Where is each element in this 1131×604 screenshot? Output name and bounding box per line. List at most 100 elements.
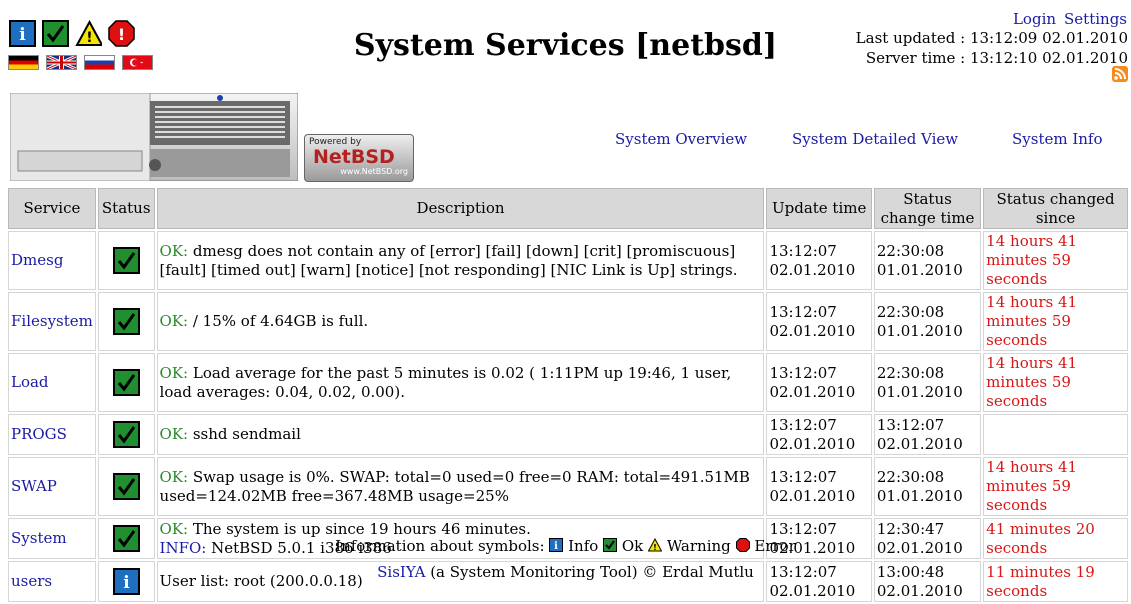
table-row: SWAP OK: Swap usage is 0%. SWAP: total=0 …	[8, 457, 1128, 516]
ok-prefix: OK:	[159, 425, 189, 443]
description-text: The system is up since 19 hours 46 minut…	[188, 519, 531, 538]
ok-icon	[603, 538, 618, 552]
table-header-row: Service Status Description Update time S…	[8, 188, 1128, 229]
rss-icon[interactable]	[1112, 66, 1128, 82]
description-cell: OK: / 15% of 4.64GB is full.	[156, 292, 765, 351]
legend-info: Info	[568, 537, 599, 555]
header-status-changed-since: Status changed since	[983, 188, 1128, 229]
header-service: Service	[8, 188, 96, 229]
description-cell: OK: Swap usage is 0%. SWAP: total=0 used…	[156, 457, 765, 516]
svg-text:i: i	[19, 25, 26, 45]
ok-icon	[112, 308, 140, 335]
update-time-cell: 13:12:07 02.01.2010	[766, 292, 872, 351]
status-changed-since-cell: 14 hours 41 minutes 59 seconds	[983, 231, 1128, 290]
description-text: / 15% of 4.64GB is full.	[188, 312, 369, 330]
description-text: dmesg does not contain any of [error] [f…	[159, 241, 738, 279]
status-change-time-cell: 22:30:08 01.01.2010	[873, 231, 982, 290]
flag-de-icon[interactable]	[8, 55, 39, 70]
service-link[interactable]: Load	[11, 373, 49, 391]
netbsd-url-text: www.NetBSD.org	[340, 167, 408, 176]
description-text: Swap usage is 0%. SWAP: total=0 used=0 f…	[159, 467, 750, 505]
status-cell	[97, 353, 155, 412]
flag-tr-icon[interactable]	[122, 55, 153, 70]
flag-ru-icon[interactable]	[84, 55, 115, 70]
status-cell	[97, 457, 155, 516]
warning-icon: !	[75, 20, 102, 47]
description-cell: OK: Load average for the past 5 minutes …	[156, 353, 765, 412]
header-status-change-time: Status change time	[873, 188, 982, 229]
login-link[interactable]: Login	[1013, 10, 1056, 28]
status-legend-icons: i ! !	[9, 20, 135, 47]
status-changed-since-cell: 14 hours 41 minutes 59 seconds	[983, 457, 1128, 516]
header-update-time: Update time	[766, 188, 872, 229]
ok-prefix: OK:	[159, 363, 189, 382]
table-row: Filesystem OK: / 15% of 4.64GB is full. 13…	[8, 292, 1128, 351]
timestamps: Last updated : 13:12:09 02.01.2010 Serve…	[856, 28, 1128, 68]
footer-text: (a System Monitoring Tool) © Erdal Mutlu	[425, 563, 754, 581]
top-links: Login Settings	[1005, 10, 1127, 28]
warning-icon: !	[647, 537, 663, 552]
update-time-cell: 13:12:07 02.01.2010	[766, 414, 872, 455]
svg-text:!: !	[653, 543, 657, 552]
status-changed-since-cell: 14 hours 41 minutes 59 seconds	[983, 353, 1128, 412]
service-link[interactable]: PROGS	[11, 425, 67, 443]
svg-text:!: !	[86, 30, 92, 46]
description-cell: OK: dmesg does not contain any of [error…	[156, 231, 765, 290]
footer: SisIYA (a System Monitoring Tool) © Erda…	[0, 563, 1131, 581]
description-cell: OK: sshd sendmail	[156, 414, 765, 455]
status-change-time-cell: 22:30:08 01.01.2010	[873, 292, 982, 351]
flag-gb-icon[interactable]	[46, 55, 77, 70]
netbsd-logo-text: NetBSD	[313, 146, 395, 168]
info-icon: i	[549, 538, 564, 552]
description-text: sshd sendmail	[188, 425, 301, 443]
info-icon: i	[9, 20, 36, 47]
ok-prefix: OK:	[159, 519, 189, 538]
language-flags	[8, 55, 153, 70]
update-time-cell: 13:12:07 02.01.2010	[766, 353, 872, 412]
service-link[interactable]: SWAP	[11, 477, 57, 495]
update-time-cell: 13:12:07 02.01.2010	[766, 457, 872, 516]
page-title: System Services [netbsd]	[353, 28, 778, 63]
table-row: Load OK: Load average for the past 5 minu…	[8, 353, 1128, 412]
update-time-cell: 13:12:07 02.01.2010	[766, 231, 872, 290]
ok-prefix: OK:	[159, 467, 189, 486]
ok-icon	[112, 473, 140, 500]
legend-warning: Warning	[666, 537, 731, 555]
description-text: Load average for the past 5 minutes is 0…	[159, 363, 732, 401]
last-updated: Last updated : 13:12:09 02.01.2010	[855, 29, 1128, 47]
status-changed-since-cell: 14 hours 41 minutes 59 seconds	[983, 292, 1128, 351]
legend-ok: Ok	[621, 537, 644, 555]
ok-icon	[112, 421, 140, 448]
legend-intro: Information about symbols:	[335, 537, 545, 555]
nav-system-overview[interactable]: System Overview	[615, 130, 747, 148]
ok-icon	[42, 20, 69, 47]
status-cell	[97, 231, 155, 290]
error-icon	[735, 538, 750, 552]
status-changed-since-cell	[983, 414, 1128, 455]
ok-icon	[112, 369, 140, 396]
service-link[interactable]: Dmesg	[11, 251, 63, 269]
status-cell	[97, 292, 155, 351]
settings-link[interactable]: Settings	[1064, 10, 1127, 28]
server-time: Server time : 13:12:10 02.01.2010	[865, 49, 1128, 67]
legend-error: Error	[754, 537, 796, 555]
svg-text:i: i	[554, 541, 558, 552]
nav-system-info[interactable]: System Info	[1012, 130, 1103, 148]
ok-prefix: OK:	[159, 241, 189, 260]
status-cell	[97, 414, 155, 455]
header-status: Status	[97, 188, 155, 229]
symbols-legend: Information about symbols: i Info Ok ! W…	[0, 537, 1131, 555]
nav-system-detailed-view[interactable]: System Detailed View	[792, 130, 958, 148]
error-icon: !	[108, 20, 135, 47]
service-link[interactable]: Filesystem	[11, 312, 93, 330]
ok-icon	[112, 247, 140, 274]
header-description: Description	[156, 188, 765, 229]
netbsd-badge[interactable]: Powered by NetBSD www.NetBSD.org	[304, 134, 414, 182]
status-change-time-cell: 22:30:08 01.01.2010	[873, 353, 982, 412]
computer-image	[9, 92, 299, 182]
table-row: Dmesg OK: dmesg does not contain any of […	[8, 231, 1128, 290]
status-change-time-cell: 22:30:08 01.01.2010	[873, 457, 982, 516]
svg-text:!: !	[118, 25, 125, 44]
table-row: PROGS OK: sshd sendmail 13:12:07 02.01.201…	[8, 414, 1128, 455]
sisiya-link[interactable]: SisIYA	[377, 563, 425, 581]
